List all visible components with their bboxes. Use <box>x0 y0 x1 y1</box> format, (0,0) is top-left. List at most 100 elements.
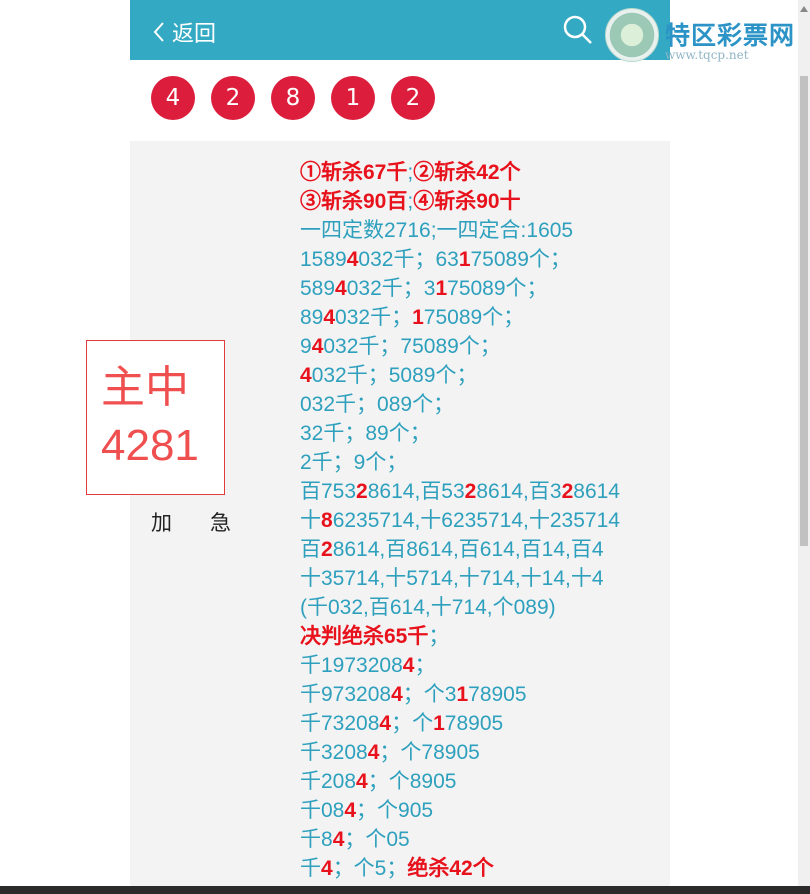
line-text: 千973208 <box>300 683 392 706</box>
highlight-text: 8 <box>321 509 333 532</box>
highlight-text: 4 <box>300 364 312 387</box>
prediction-line: 15894032千；63175089个； <box>300 245 665 274</box>
highlight-text: ②斩杀42个 <box>413 161 521 184</box>
scrollbar-thumb[interactable] <box>800 76 808 546</box>
back-label: 返回 <box>172 22 217 47</box>
highlight-text: 4 <box>356 770 368 793</box>
line-text: 一四定数2716;一四定合:1605 <box>300 219 574 242</box>
line-text: 032千；089个； <box>300 393 455 416</box>
highlight-text: 2 <box>321 538 333 561</box>
highlight-text: 4 <box>335 277 347 300</box>
result-ball: 4 <box>151 76 195 120</box>
line-text: 78905 <box>468 683 527 706</box>
scrollbar[interactable] <box>798 0 810 894</box>
line-text: 8614,百8614,百614,百14,百4 <box>332 538 604 561</box>
line-text: ；个905 <box>356 799 434 822</box>
logo-text: 特区彩票网 <box>665 21 796 50</box>
highlight-text: 4 <box>332 828 345 851</box>
prediction-line: 百75328614,百5328614,百328614 <box>300 477 665 506</box>
highlight-text: 4 <box>367 741 380 764</box>
prediction-line: 894032千；175089个； <box>300 303 665 332</box>
line-text: 千1973208 <box>300 654 403 677</box>
highlight-text: ①斩杀67千 <box>300 161 408 184</box>
line-text: 8614,百53 <box>367 480 465 503</box>
line-text: 32千；89个； <box>300 422 431 445</box>
stamp-line-1: 主中 <box>101 363 189 412</box>
line-text: 6235714,十6235714,十235714 <box>332 509 620 532</box>
line-text: 百 <box>300 538 321 561</box>
highlight-text: 4 <box>323 306 336 329</box>
logo-emblem-icon <box>605 8 659 62</box>
highlight-text: 1 <box>456 683 469 706</box>
logo-url: www.tqcp.net <box>665 48 749 62</box>
prediction-line: 032千；089个； <box>300 390 665 419</box>
line-text: 千08 <box>300 799 345 822</box>
result-balls: 4 2 8 1 2 <box>151 76 435 120</box>
prediction-line: 百28614,百8614,百614,百14,百4 <box>300 535 665 564</box>
prediction-line: 千4；个5；绝杀42个 <box>300 854 665 883</box>
line-text: ；个78905 <box>379 741 480 764</box>
highlight-text: 决判绝杀65千 <box>300 625 429 648</box>
prediction-line: 千84；个05 <box>300 825 665 854</box>
line-text: 十 <box>300 509 321 532</box>
line-text: 75089个； <box>423 306 525 329</box>
highlight-text: 2 <box>356 480 368 503</box>
taskbar <box>0 886 810 894</box>
chevron-left-icon <box>152 21 166 43</box>
prediction-line: 千32084；个78905 <box>300 738 665 767</box>
highlight-text: 4 <box>311 335 324 358</box>
line-text: (千032,百614,十714,个089) <box>300 596 556 619</box>
line-text: ； <box>428 625 450 648</box>
line-text: 百753 <box>300 480 357 503</box>
line-text: ；个8905 <box>367 770 457 793</box>
highlight-text: 4 <box>402 654 415 677</box>
line-text: ；个 <box>391 712 434 735</box>
line-text: 千3208 <box>300 741 368 764</box>
stamp-line-2: 4281 <box>101 421 199 470</box>
prediction-line: 5894032千；3175089个； <box>300 274 665 303</box>
prediction-line: ①斩杀67千;②斩杀42个 <box>300 158 665 187</box>
site-logo: 特区彩票网 www.tqcp.net <box>605 4 810 64</box>
line-text: 8614,百3 <box>476 480 562 503</box>
scroll-up-icon[interactable] <box>800 6 808 12</box>
line-text: 千 <box>300 857 321 880</box>
line-text: 8614 <box>573 480 620 503</box>
prediction-line: ③斩杀90百;④斩杀90十 <box>300 187 665 216</box>
back-button[interactable]: 返回 <box>152 16 216 48</box>
line-text: 89 <box>300 306 324 329</box>
prediction-line: 千2084；个8905 <box>300 767 665 796</box>
line-text: ；个3 <box>402 683 457 706</box>
prediction-line: 千9732084；个3178905 <box>300 680 665 709</box>
result-ball: 2 <box>211 76 255 120</box>
line-text: 十35714,十5714,十714,十14,十4 <box>300 567 604 590</box>
highlight-text: 1 <box>433 712 445 735</box>
line-text: ；个05 <box>344 828 410 851</box>
highlight-text: 1 <box>412 306 424 329</box>
highlight-text: 4 <box>346 248 359 271</box>
highlight-text: 4 <box>344 799 357 822</box>
line-text: 78905 <box>444 712 504 735</box>
highlight-text: 1 <box>435 277 448 300</box>
highlight-text: 4 <box>379 712 392 735</box>
result-ball: 1 <box>331 76 375 120</box>
highlight-text: ③斩杀90百 <box>300 190 408 213</box>
result-ball: 2 <box>391 76 435 120</box>
hit-stamp: 主中 4281 <box>86 340 225 495</box>
line-text: 032千； <box>335 306 413 329</box>
prediction-line: 十86235714,十6235714,十235714 <box>300 506 665 535</box>
line-text: 2千；9个； <box>300 451 408 474</box>
highlight-text: 2 <box>464 480 477 503</box>
prediction-line: 2千；9个； <box>300 448 665 477</box>
search-icon[interactable] <box>562 14 594 50</box>
line-text: 9 <box>300 335 312 358</box>
line-text: 589 <box>300 277 336 300</box>
highlight-text: 4 <box>391 683 403 706</box>
prediction-line: 千732084；个178905 <box>300 709 665 738</box>
prediction-line: 决判绝杀65千； <box>300 622 665 651</box>
line-text: ； <box>414 654 436 677</box>
prediction-line: 千084；个905 <box>300 796 665 825</box>
highlight-text: ④斩杀90十 <box>413 190 521 213</box>
line-text: 032千；3 <box>346 277 436 300</box>
highlight-text: 1 <box>458 248 471 271</box>
line-text: 75089个； <box>470 248 571 271</box>
